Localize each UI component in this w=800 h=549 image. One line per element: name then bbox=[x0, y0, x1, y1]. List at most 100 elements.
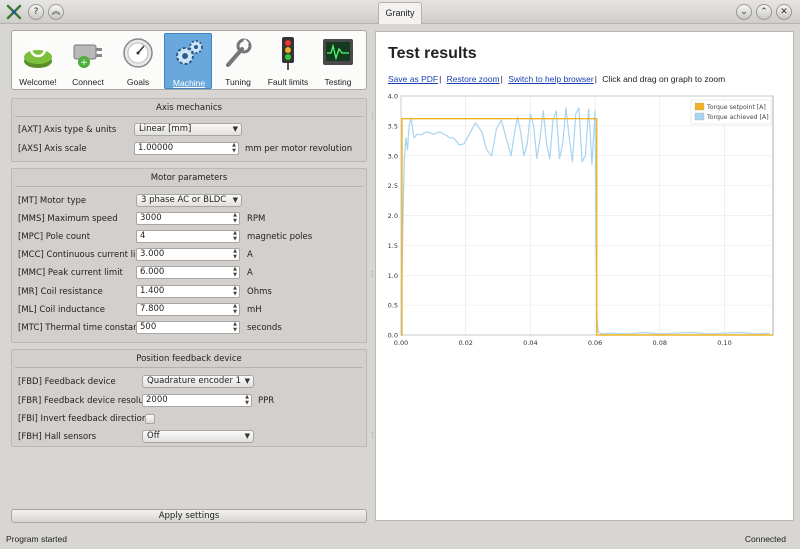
app-icon[interactable] bbox=[6, 4, 22, 20]
x-tick-label: 0.04 bbox=[523, 339, 537, 347]
chevron-down-icon: ▼ bbox=[244, 377, 250, 385]
results-linkbar: Save as PDF| Restore zoom| Switch to hel… bbox=[388, 74, 725, 84]
coil-inductance-input[interactable]: 7.800 ▲ ▼ bbox=[136, 303, 240, 316]
x-tick-label: 0.06 bbox=[588, 339, 602, 347]
thermal-time-unit: seconds bbox=[247, 323, 282, 333]
restore-zoom-link[interactable]: Restore zoom bbox=[447, 74, 500, 84]
y-tick-label: 1.0 bbox=[388, 272, 398, 280]
spin-arrows-icon[interactable]: ▲ ▼ bbox=[232, 142, 236, 154]
tool-fault-limits[interactable]: Fault limits bbox=[264, 33, 312, 89]
x-tick-label: 0.08 bbox=[653, 339, 667, 347]
tool-machine[interactable]: Machine bbox=[164, 33, 212, 89]
legend-swatch bbox=[694, 102, 705, 111]
y-tick-label: 0.5 bbox=[388, 302, 398, 310]
spin-arrows-icon[interactable]: ▲ ▼ bbox=[245, 394, 249, 406]
axis-type-combo[interactable]: Linear [mm] ▼ bbox=[134, 123, 242, 136]
settings-pane: Welcome! + Connect Goals Machine Tuning … bbox=[8, 28, 368, 528]
spin-arrows-icon[interactable]: ▲ ▼ bbox=[233, 321, 237, 333]
continuous-current-unit: A bbox=[247, 250, 253, 260]
maximize-icon[interactable]: ⌃ bbox=[756, 4, 772, 20]
main-toolbar: Welcome! + Connect Goals Machine Tuning … bbox=[11, 30, 367, 90]
spin-arrows-icon[interactable]: ▲ ▼ bbox=[233, 212, 237, 224]
axis-scale-label: [AXS] Axis scale bbox=[18, 144, 87, 154]
feedback-device-label: [FBD] Feedback device bbox=[18, 377, 116, 387]
pole-count-label: [MPC] Pole count bbox=[18, 232, 91, 242]
splitter-grip-icon: ⋮ bbox=[369, 112, 376, 120]
legend-label: Torque setpoint [A] bbox=[706, 104, 766, 111]
tool-label: Tuning bbox=[225, 77, 251, 87]
hall-sensors-combo[interactable]: Off ▼ bbox=[142, 430, 254, 443]
feedback-resolution-label: [FBR] Feedback device resolution bbox=[18, 396, 160, 406]
pole-count-input[interactable]: 4 ▲ ▼ bbox=[136, 230, 240, 243]
combo-value: Quadrature encoder 1 bbox=[147, 376, 242, 386]
tool-tuning[interactable]: Tuning bbox=[214, 33, 262, 89]
spin-arrows-icon[interactable]: ▲ ▼ bbox=[233, 248, 237, 260]
divider bbox=[15, 186, 363, 187]
x-tick-label: 0.02 bbox=[458, 339, 472, 347]
max-speed-unit: RPM bbox=[247, 214, 266, 224]
invert-feedback-checkbox[interactable] bbox=[145, 414, 155, 424]
tool-welcome[interactable]: Welcome! bbox=[14, 33, 62, 89]
chevron-down-icon: ▼ bbox=[244, 432, 250, 440]
feedback-device-combo[interactable]: Quadrature encoder 1 ▼ bbox=[142, 375, 254, 388]
max-speed-input[interactable]: 3000 ▲ ▼ bbox=[136, 212, 240, 225]
chevron-down-icon: ▼ bbox=[232, 125, 238, 133]
input-value: 2000 bbox=[146, 395, 168, 405]
zoom-hint: Click and drag on graph to zoom bbox=[602, 74, 726, 84]
continuous-current-input[interactable]: 3.000 ▲ ▼ bbox=[136, 248, 240, 261]
tool-label: Fault limits bbox=[267, 77, 309, 87]
y-tick-label: 4.0 bbox=[388, 93, 398, 101]
pane-splitter[interactable] bbox=[369, 28, 373, 528]
input-value: 6.000 bbox=[140, 267, 165, 277]
spin-arrows-icon[interactable]: ▲ ▼ bbox=[233, 303, 237, 315]
results-title: Test results bbox=[388, 45, 477, 62]
feedback-resolution-unit: PPR bbox=[258, 396, 275, 406]
group-title: Position feedback device bbox=[136, 354, 242, 364]
coil-resistance-input[interactable]: 1.400 ▲ ▼ bbox=[136, 285, 240, 298]
input-value: 1.400 bbox=[140, 286, 165, 296]
tool-goals[interactable]: Goals bbox=[114, 33, 162, 89]
combo-value: Off bbox=[147, 431, 160, 441]
divider bbox=[15, 116, 363, 117]
input-value: 3.000 bbox=[140, 249, 165, 259]
connection-status: Connected bbox=[744, 534, 786, 544]
plug-icon: + bbox=[73, 44, 102, 68]
continuous-current-label: [MCC] Continuous current limit bbox=[18, 250, 150, 260]
spin-arrows-icon[interactable]: ▲ ▼ bbox=[233, 285, 237, 297]
keep-above-icon[interactable]: ︽ bbox=[48, 4, 64, 20]
tool-testing[interactable]: Testing bbox=[314, 33, 362, 89]
separator: | bbox=[594, 74, 597, 84]
coil-inductance-unit: mH bbox=[247, 305, 262, 315]
coil-resistance-unit: Ohms bbox=[247, 287, 272, 297]
tool-label: Welcome! bbox=[19, 77, 57, 87]
splitter-grip-icon: ⋮ bbox=[369, 270, 376, 278]
help-icon[interactable]: ? bbox=[28, 4, 44, 20]
separator: | bbox=[500, 74, 503, 84]
peak-current-input[interactable]: 6.000 ▲ ▼ bbox=[136, 266, 240, 279]
power-switch-icon bbox=[24, 40, 52, 68]
y-tick-label: 3.0 bbox=[388, 152, 398, 160]
spin-arrows-icon[interactable]: ▲ ▼ bbox=[233, 266, 237, 278]
combo-value: 3 phase AC or BLDC bbox=[141, 195, 227, 205]
input-value: 4 bbox=[140, 231, 146, 241]
feedback-resolution-input[interactable]: 2000 ▲ ▼ bbox=[142, 394, 252, 407]
save-pdf-link[interactable]: Save as PDF bbox=[388, 74, 438, 84]
x-tick-label: 0.00 bbox=[394, 339, 408, 347]
coil-resistance-label: [MR] Coil resistance bbox=[18, 287, 103, 297]
motor-type-combo[interactable]: 3 phase AC or BLDC ▼ bbox=[136, 194, 242, 207]
torque-graph[interactable]: 0.00.51.01.52.02.53.03.54.00.00 0.02 0.04 0… bbox=[376, 90, 795, 350]
group-title: Axis mechanics bbox=[156, 103, 222, 113]
motor-parameters-group: Motor parameters [MT] Motor type 3 phase… bbox=[11, 168, 367, 343]
thermal-time-input[interactable]: 500 ▲ ▼ bbox=[136, 321, 240, 334]
apply-settings-button[interactable]: Apply settings bbox=[11, 509, 367, 523]
axis-mechanics-group: Axis mechanics [AXT] Axis type & units L… bbox=[11, 98, 367, 162]
y-tick-label: 2.0 bbox=[388, 212, 398, 220]
close-icon[interactable]: ✕ bbox=[776, 4, 792, 20]
input-value: 500 bbox=[140, 322, 157, 332]
axis-scale-input[interactable]: 1.00000 ▲ ▼ bbox=[134, 142, 239, 155]
tool-connect[interactable]: + Connect bbox=[64, 33, 112, 89]
minimize-icon[interactable]: ⌄ bbox=[736, 4, 752, 20]
help-browser-link[interactable]: Switch to help browser bbox=[508, 74, 594, 84]
hall-sensors-label: [FBH] Hall sensors bbox=[18, 432, 97, 442]
spin-arrows-icon[interactable]: ▲ ▼ bbox=[233, 230, 237, 242]
